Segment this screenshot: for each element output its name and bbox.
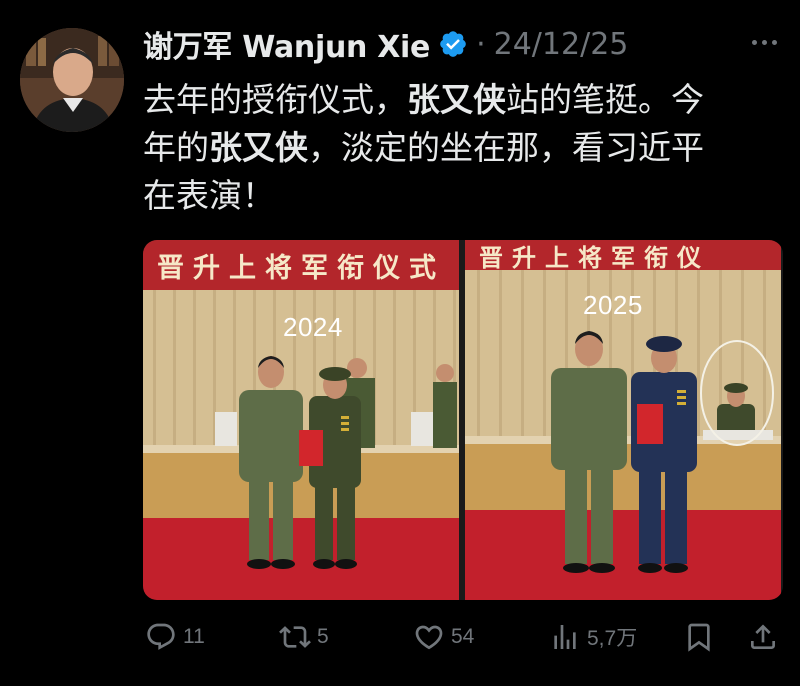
- year-label-2024: 2024: [283, 312, 343, 342]
- more-options-icon[interactable]: [744, 30, 784, 54]
- mention-name: 张又侠: [407, 80, 506, 119]
- reply-icon: [147, 623, 175, 650]
- view-count: 5,7万: [587, 627, 638, 650]
- repost-button[interactable]: 5: [279, 614, 329, 660]
- share-icon: [751, 624, 775, 649]
- author-avatar[interactable]: [20, 28, 124, 132]
- share-button[interactable]: [747, 614, 779, 660]
- like-count: 54: [451, 625, 475, 648]
- avatar-photo: [20, 28, 124, 132]
- tweet-text-line-1: 去年的授衔仪式，张又侠站的笔挺。今: [143, 80, 704, 119]
- views-button[interactable]: 5,7万: [549, 614, 637, 660]
- tweet-text-line-2: 年的张又侠，淡定的坐在那，看习近平: [143, 128, 704, 167]
- photo-banner-2025: 晋升上将军衔仪: [479, 243, 710, 271]
- reply-count: 11: [183, 625, 205, 648]
- tweet-text: 去年的授衔仪式，张又侠站的笔挺。今 年的张又侠，淡定的坐在那，看习近平 在表演！: [143, 76, 783, 220]
- bookmark-icon: [688, 623, 710, 652]
- reply-button[interactable]: 11: [145, 614, 205, 660]
- ceremony-photo-2024: [143, 240, 459, 600]
- tweet-date[interactable]: 24/12/25: [494, 27, 629, 62]
- photo-banner-2024: 晋升上将军衔仪式: [157, 252, 445, 284]
- mention-name: 张又侠: [209, 128, 308, 167]
- views-chart-icon: [554, 625, 576, 649]
- repost-count: 5: [317, 625, 329, 648]
- bookmark-button[interactable]: [683, 614, 715, 660]
- year-label-2025: 2025: [583, 290, 643, 320]
- media-photo-right[interactable]: 晋升上将军衔仪 2025: [465, 240, 781, 600]
- media-photo-left[interactable]: 晋升上将军衔仪式 2024: [143, 240, 459, 600]
- tweet-text-line-3: 在表演！: [143, 176, 275, 215]
- heart-icon: [415, 625, 443, 650]
- author-name[interactable]: 谢万军 Wanjun Xie: [143, 22, 430, 66]
- tweet-header: 谢万军 Wanjun Xie · 24/12/25: [143, 22, 628, 66]
- tweet-media[interactable]: 晋升上将军衔仪式 2024 晋升上将军衔仪 2025: [143, 240, 783, 600]
- header-separator: ·: [476, 26, 486, 62]
- verified-badge-icon: [440, 31, 466, 57]
- repost-icon: [279, 626, 311, 648]
- like-button[interactable]: 54: [413, 614, 474, 660]
- tweet-actions: 11 5 54 5,7万: [143, 614, 783, 660]
